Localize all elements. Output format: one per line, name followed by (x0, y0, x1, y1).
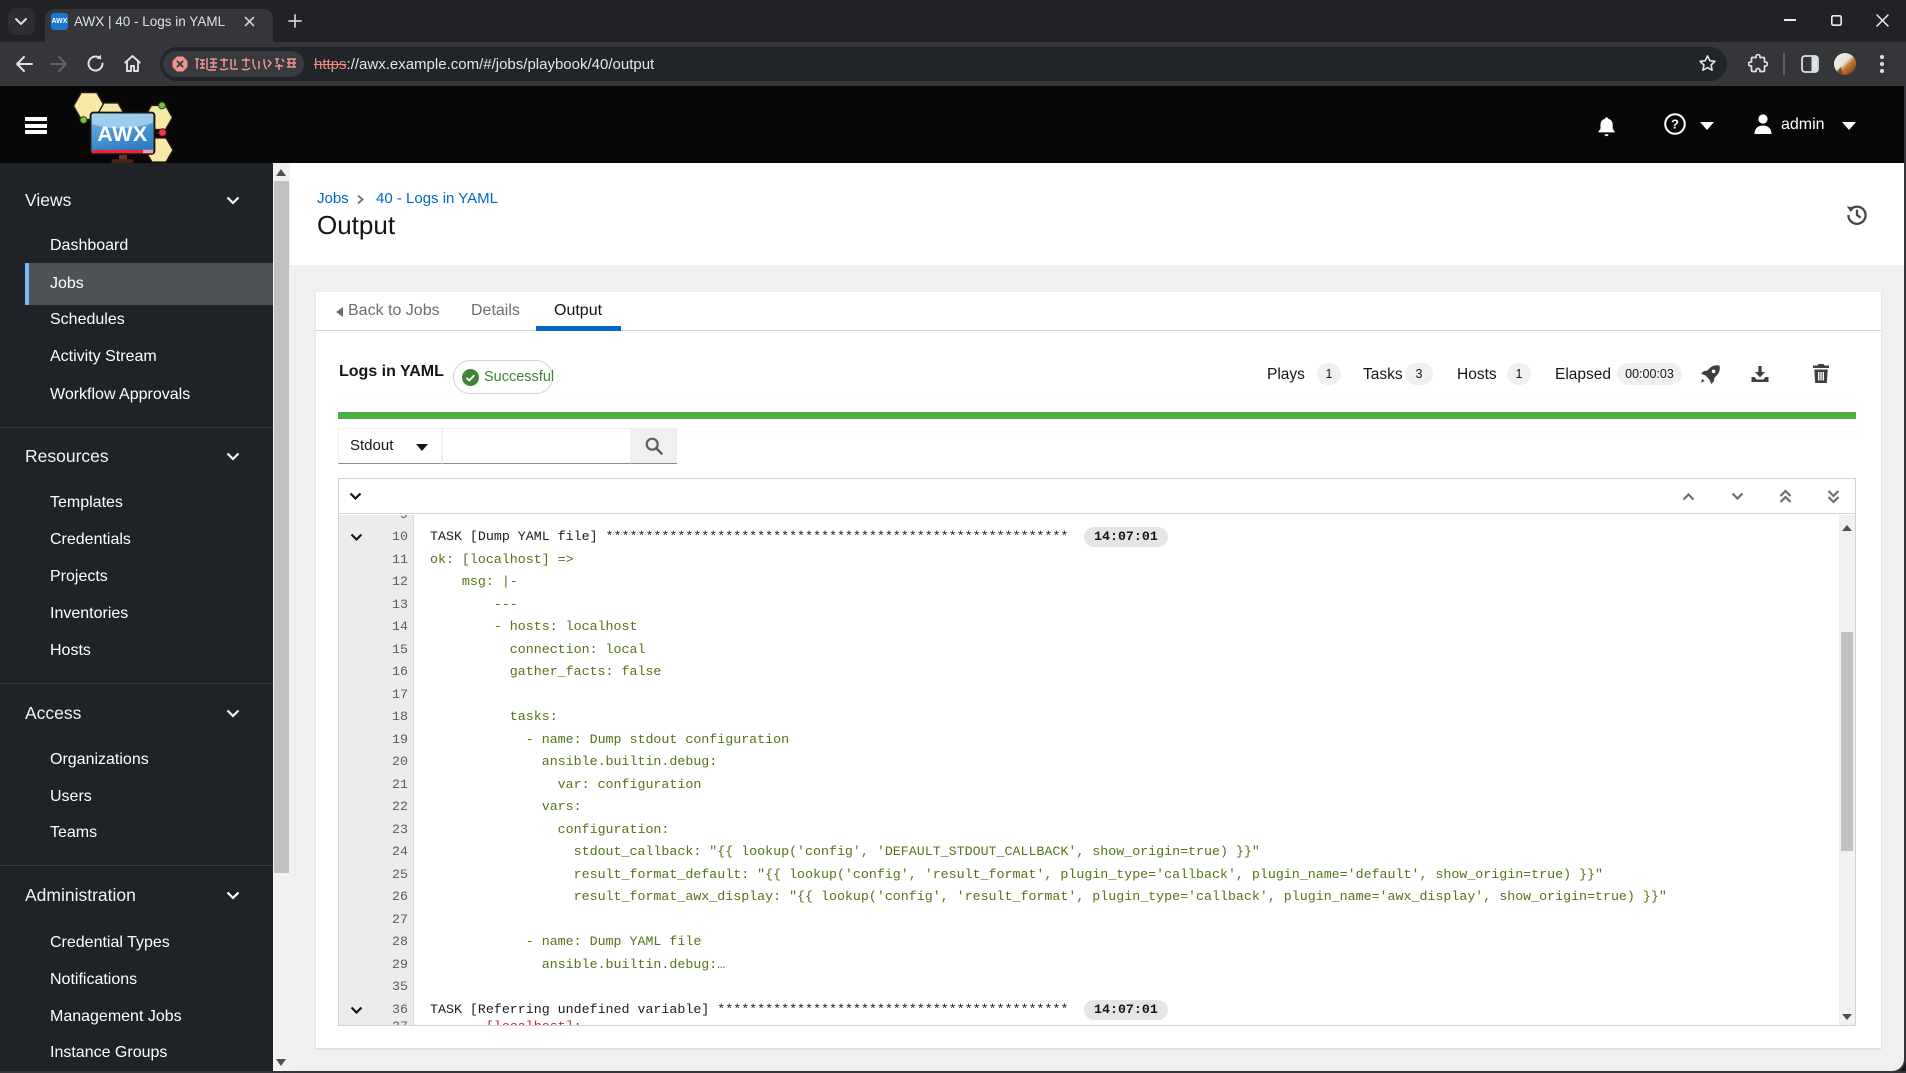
svg-text:AWX: AWX (97, 122, 148, 146)
svg-text:?: ? (1671, 117, 1679, 132)
